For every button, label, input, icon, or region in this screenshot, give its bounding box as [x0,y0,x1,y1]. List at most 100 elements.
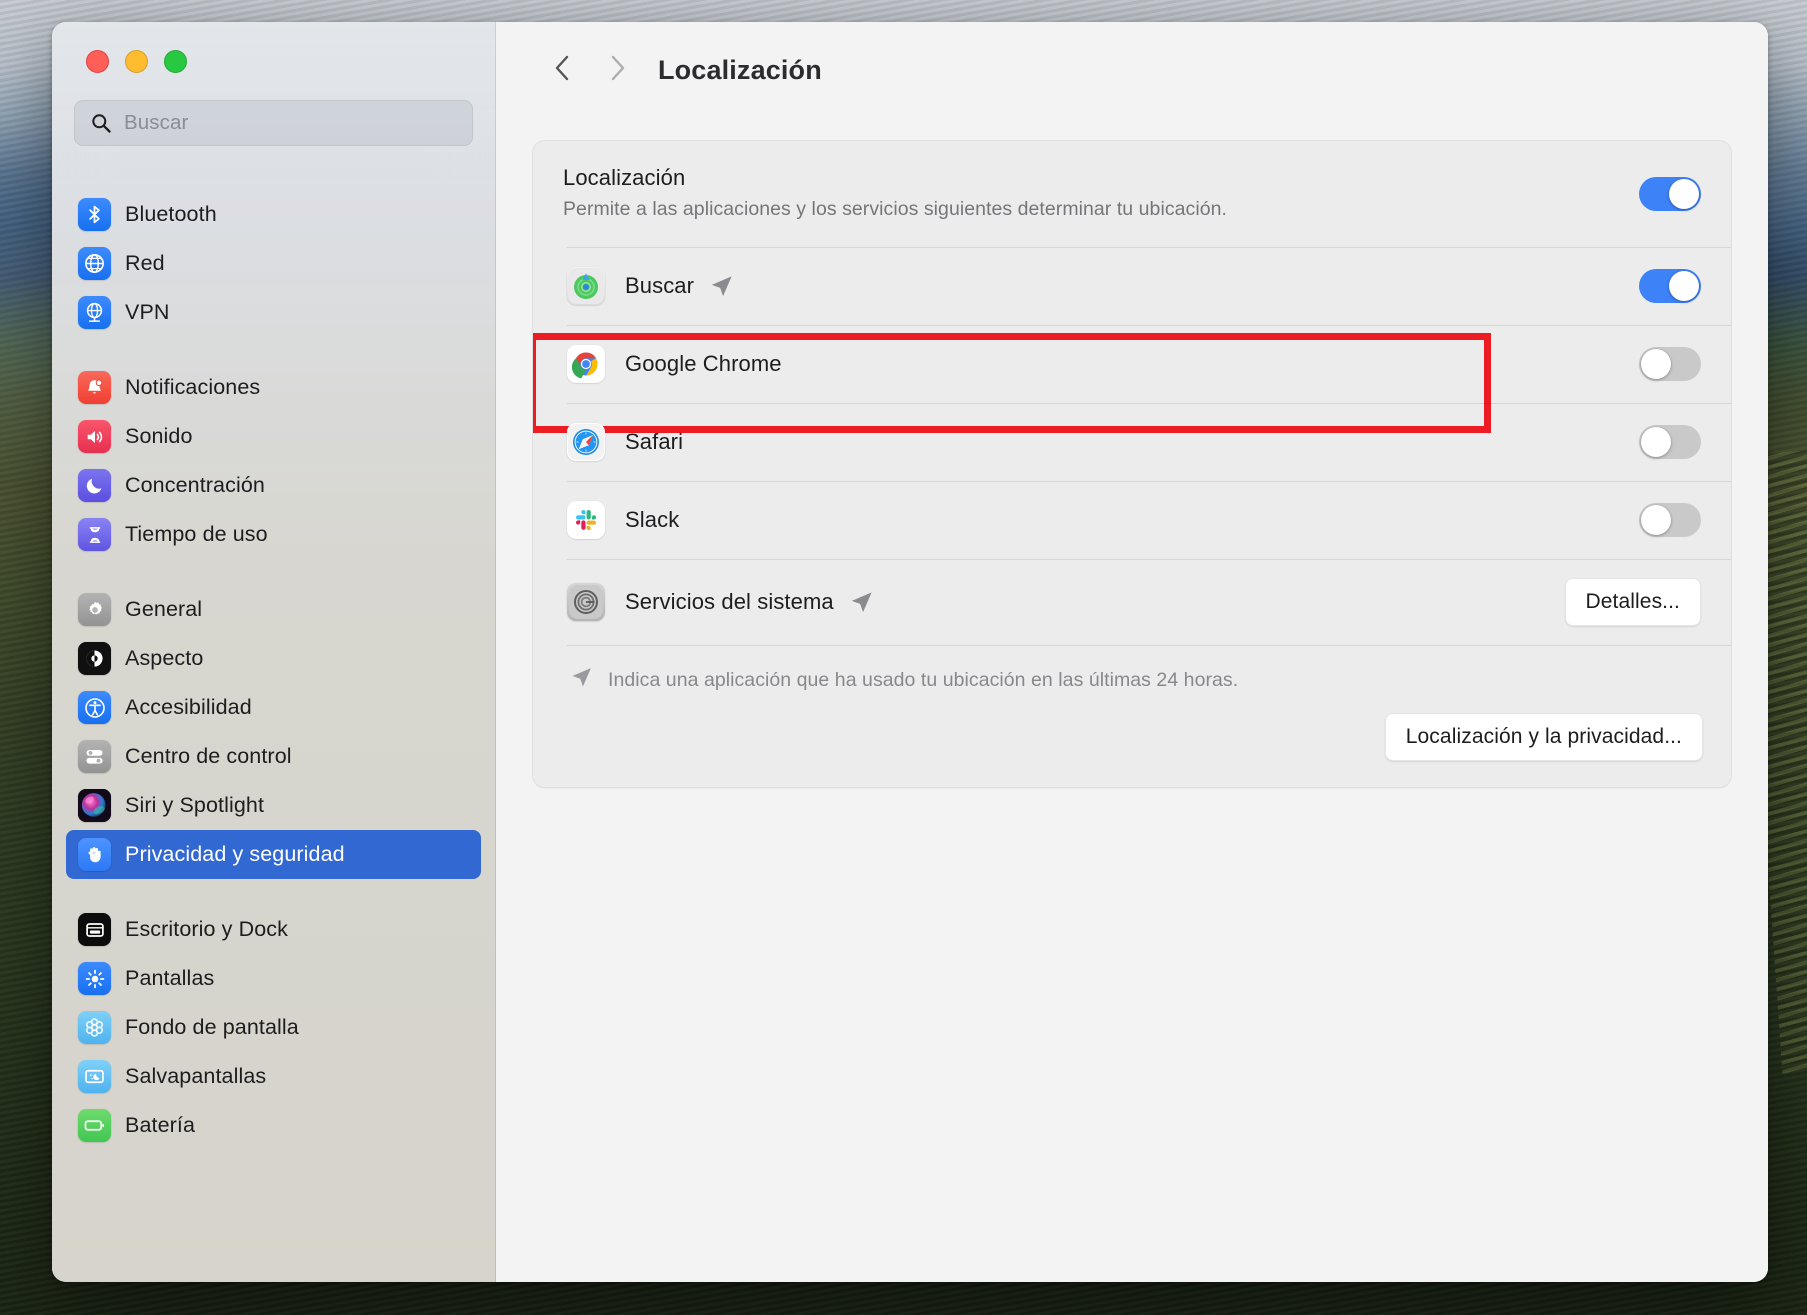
search-placeholder: Buscar [124,111,189,134]
app-name: Safari [625,429,684,454]
minimize-button[interactable] [125,50,148,73]
toggle-knob [1641,427,1671,457]
app-row-safari[interactable]: Safari [533,403,1731,481]
sidebar-item-centro-de-control[interactable]: Centro de control [66,732,481,781]
sidebar-item-label: Privacidad y seguridad [125,842,345,866]
details-button[interactable]: Detalles... [1564,578,1701,626]
app-name: Google Chrome [625,351,782,376]
toolbar: Localización [496,22,1768,118]
app-row-slack[interactable]: Slack [533,481,1731,559]
sidebar-item-accesibilidad[interactable]: Accesibilidad [66,683,481,732]
service-name: Servicios del sistema [625,589,834,614]
chrome-icon [567,345,605,383]
app-row-buscar[interactable]: Buscar [533,247,1731,433]
sidebar-item-label: Salvapantallas [125,1064,267,1088]
zoom-button[interactable] [164,50,187,73]
search-container: Buscar [52,100,495,146]
sidebar-item-notificaciones[interactable]: Notificaciones [66,363,481,412]
location-description: Permite a las aplicaciones y los servici… [563,198,1227,220]
location-master-section: Localización Permite a las aplicaciones … [533,141,1731,247]
sidebar-group-display: Escritorio y Dock Pantallas Fondo de pan… [66,905,481,1150]
app-name: Buscar [625,273,695,298]
footnote: Indica una aplicación que ha usado tu ub… [533,645,1731,703]
app-toggle-google-chrome[interactable] [1639,347,1701,381]
battery-icon [78,1109,111,1142]
app-toggle-safari[interactable] [1639,425,1701,459]
appearance-icon [78,642,111,675]
sidebar: Buscar Bluetooth Red VPN Notificaciones … [52,22,496,1282]
system-settings-window: Buscar Bluetooth Red VPN Notificaciones … [52,22,1768,1282]
app-name: Slack [625,507,680,532]
chevron-left-icon [550,53,576,88]
speaker-icon [78,420,111,453]
sidebar-item-label: Red [125,251,165,275]
desktop-dock-icon [78,913,111,946]
sidebar-item-siri-y-spotlight[interactable]: Siri y Spotlight [66,781,481,830]
back-button[interactable] [536,43,590,97]
slack-icon [567,501,605,539]
vpn-globe-icon [78,296,111,329]
location-master-toggle[interactable] [1639,177,1701,211]
sidebar-item-aspecto[interactable]: Aspecto [66,634,481,683]
system-services-icon [567,583,605,621]
sidebar-item-escritorio-y-dock[interactable]: Escritorio y Dock [66,905,481,954]
sidebar-item-tiempo-de-uso[interactable]: Tiempo de uso [66,510,481,559]
main-content: Localización Localización Permite a las … [496,22,1768,1282]
accessibility-icon [78,691,111,724]
search-input[interactable]: Buscar [74,100,473,146]
sidebar-item-label: Sonido [125,424,193,448]
gear-icon [78,593,111,626]
search-icon [91,113,111,133]
location-settings-card: Localización Permite a las aplicaciones … [532,140,1732,788]
sidebar-item-label: Centro de control [125,744,292,768]
sidebar-divider [66,879,481,905]
sidebar-divider [66,337,481,363]
chevron-right-icon [604,53,630,88]
moon-icon [78,469,111,502]
toggle-knob [1641,505,1671,535]
toggle-knob [1641,349,1671,379]
page-title: Localización [658,54,822,85]
sidebar-item-bluetooth[interactable]: Bluetooth [66,190,481,239]
safari-icon [567,423,605,461]
sidebar-item-label: Escritorio y Dock [125,917,288,941]
window-traffic-lights [52,22,495,100]
hand-icon [78,838,111,871]
sidebar-item-concentracion[interactable]: Concentración [66,461,481,510]
location-privacy-button[interactable]: Localización y la privacidad... [1384,713,1703,761]
sidebar-item-salvapantallas[interactable]: Salvapantallas [66,1052,481,1101]
forward-button[interactable] [590,43,644,97]
app-toggle-slack[interactable] [1639,503,1701,537]
sidebar-item-general[interactable]: General [66,585,481,634]
sidebar-item-vpn[interactable]: VPN [66,288,481,337]
sidebar-item-pantallas[interactable]: Pantallas [66,954,481,1003]
network-globe-icon [78,247,111,280]
sidebar-item-sonido[interactable]: Sonido [66,412,481,461]
location-arrow-icon [569,665,594,695]
hourglass-icon [78,518,111,551]
sidebar-item-label: Pantallas [125,966,215,990]
app-toggle-buscar[interactable] [1639,269,1701,303]
sidebar-item-label: VPN [125,300,170,324]
find-my-icon [567,267,605,305]
footnote-text: Indica una aplicación que ha usado tu ub… [608,668,1239,691]
displays-icon [78,962,111,995]
sidebar-item-fondo-de-pantalla[interactable]: Fondo de pantalla [66,1003,481,1052]
app-row-servicios-del-sistema[interactable]: Servicios del sistema Detalles... [533,559,1731,645]
toggle-knob [1669,179,1699,209]
sidebar-item-red[interactable]: Red [66,239,481,288]
sidebar-item-bateria[interactable]: Batería [66,1101,481,1150]
sidebar-item-label: Tiempo de uso [125,522,268,546]
location-arrow-icon [848,589,875,616]
sidebar-item-label: Aspecto [125,646,204,670]
sidebar-item-privacidad-y-seguridad[interactable]: Privacidad y seguridad [66,830,481,879]
sidebar-group-connectivity: Bluetooth Red VPN [66,190,481,337]
sidebar-item-label: Batería [125,1113,196,1137]
privacy-button-row: Localización y la privacidad... [533,703,1731,787]
close-button[interactable] [86,50,109,73]
screensaver-icon [78,1060,111,1093]
sidebar-nav-list[interactable]: Bluetooth Red VPN Notificaciones Sonido … [52,172,495,1282]
bluetooth-icon [78,198,111,231]
bell-icon [78,371,111,404]
app-row-google-chrome[interactable]: Google Chrome [533,325,1731,403]
